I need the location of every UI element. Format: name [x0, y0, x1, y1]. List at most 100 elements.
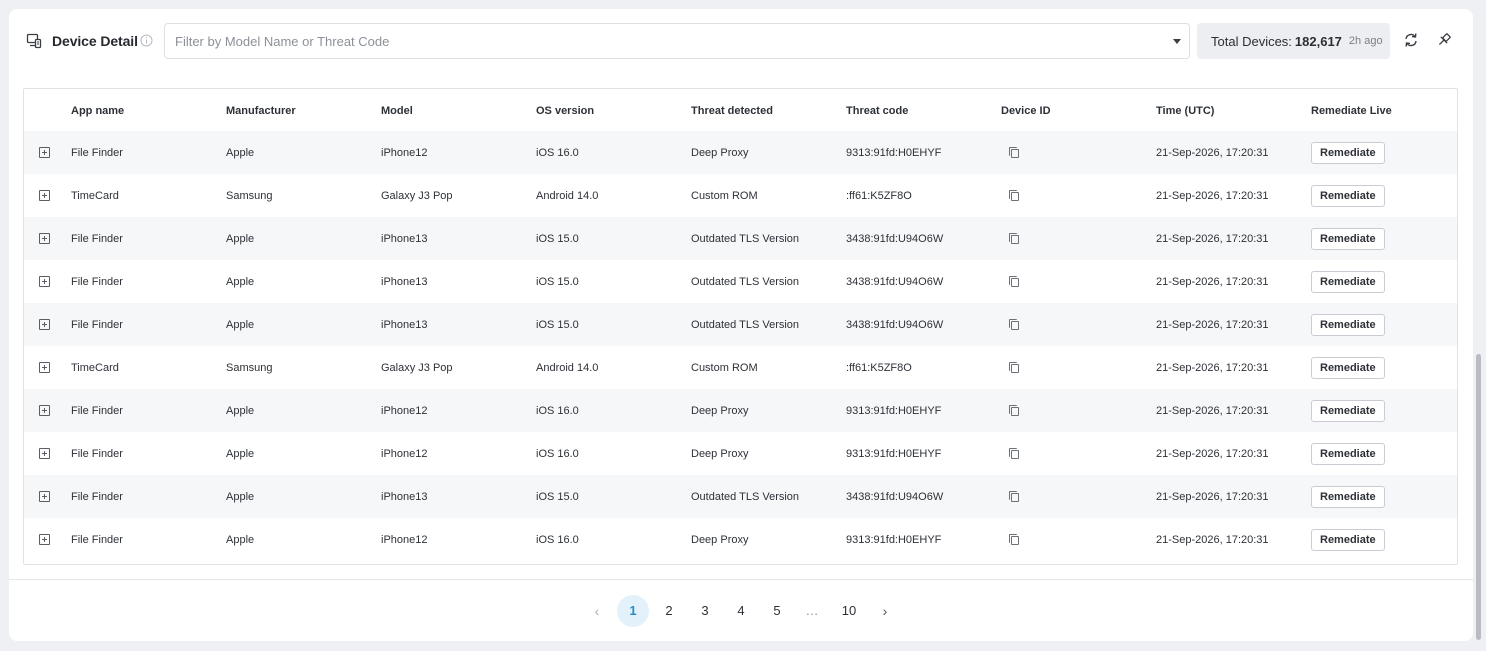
cell-os-version: iOS 15.0: [536, 318, 579, 331]
expand-plus-icon[interactable]: [39, 405, 50, 417]
table-row[interactable]: File Finder Apple iPhone13 iOS 15.0 Outdated…: [24, 217, 1457, 260]
pin-icon[interactable]: [1435, 31, 1453, 49]
cell-expand: [24, 174, 71, 217]
cell-time: 21-Sep-2026, 17:20:31: [1156, 361, 1269, 374]
table-row[interactable]: File Finder Apple iPhone12 iOS 16.0 Deep Pro…: [24, 432, 1457, 475]
cell-os-version: iOS 15.0: [536, 275, 579, 288]
cell-manufacturer: Apple: [226, 232, 255, 245]
prev-page-button[interactable]: ‹: [581, 595, 613, 627]
cell-device-id: [1001, 432, 1156, 475]
remediate-button[interactable]: Remediate: [1311, 485, 1385, 508]
remediate-button[interactable]: Remediate: [1311, 399, 1385, 422]
remediate-button[interactable]: Remediate: [1311, 528, 1385, 551]
remediate-button[interactable]: Remediate: [1311, 313, 1385, 336]
cell-threat-detected: Outdated TLS Version: [691, 318, 800, 331]
remediate-button[interactable]: Remediate: [1311, 184, 1385, 207]
copy-icon[interactable]: [1009, 319, 1020, 331]
cell-device-id: [1001, 131, 1156, 174]
column-header-app-name[interactable]: App name: [71, 89, 226, 131]
table-row[interactable]: File Finder Apple iPhone13 iOS 15.0 Outdated…: [24, 475, 1457, 518]
remediate-button[interactable]: Remediate: [1311, 270, 1385, 293]
cell-os-version: iOS 15.0: [536, 232, 579, 245]
column-header-model[interactable]: Model: [381, 89, 536, 131]
copy-icon[interactable]: [1009, 233, 1020, 245]
total-devices-count: 182,617: [1294, 33, 1342, 49]
cell-os-version: iOS 16.0: [536, 533, 579, 546]
cell-time: 21-Sep-2026, 17:20:31: [1156, 189, 1269, 202]
cell-time: 21-Sep-2026, 17:20:31: [1156, 447, 1269, 460]
expand-plus-icon[interactable]: [39, 534, 50, 546]
cell-os-version: iOS 16.0: [536, 404, 579, 417]
cell-model: Galaxy J3 Pop: [381, 189, 453, 202]
table-row[interactable]: File Finder Apple iPhone12 iOS 16.0 Deep Pro…: [24, 131, 1457, 174]
expand-plus-icon[interactable]: [39, 491, 50, 503]
column-header-threat-detected[interactable]: Threat detected: [691, 89, 846, 131]
cell-app-name: TimeCard: [71, 189, 119, 202]
column-header-threat-code[interactable]: Threat code: [846, 89, 1001, 131]
column-header-os-version[interactable]: OS version: [536, 89, 691, 131]
table-row[interactable]: TimeCard Samsung Galaxy J3 Pop Android 14.0…: [24, 174, 1457, 217]
page-button-2[interactable]: 2: [653, 595, 685, 627]
cell-device-id: [1001, 475, 1156, 518]
last-updated-text: 2h ago: [1348, 35, 1383, 47]
cell-time: 21-Sep-2026, 17:20:31: [1156, 533, 1269, 546]
copy-icon[interactable]: [1009, 190, 1020, 202]
table-header-row: App name Manufacturer Model OS version T…: [24, 89, 1457, 131]
scrollbar-thumb[interactable]: [1476, 354, 1481, 640]
column-header-manufacturer[interactable]: Manufacturer: [226, 89, 381, 131]
column-header-time[interactable]: Time (UTC): [1156, 89, 1311, 131]
page-button-3[interactable]: 3: [689, 595, 721, 627]
cell-time: 21-Sep-2026, 17:20:31: [1156, 146, 1269, 159]
page-button-1[interactable]: 1: [617, 595, 649, 627]
column-header-device-id[interactable]: Device ID: [1001, 89, 1156, 131]
device-list-icon: [26, 33, 42, 49]
cell-device-id: [1001, 389, 1156, 432]
cell-remediate-live: Remediate: [1311, 346, 1457, 389]
table-row[interactable]: File Finder Apple iPhone12 iOS 16.0 Deep Pro…: [24, 389, 1457, 432]
info-icon[interactable]: [140, 34, 153, 47]
cell-threat-code: 3438:91fd:U94O6W: [846, 275, 944, 288]
page-button-10[interactable]: 10: [833, 595, 865, 627]
refresh-icon[interactable]: [1402, 31, 1420, 49]
copy-icon[interactable]: [1009, 448, 1020, 460]
next-page-button[interactable]: ›: [869, 595, 901, 627]
table-row[interactable]: File Finder Apple iPhone13 iOS 15.0 Outdated…: [24, 260, 1457, 303]
cell-manufacturer: Apple: [226, 146, 255, 159]
table-row[interactable]: File Finder Apple iPhone13 iOS 15.0 Outdated…: [24, 303, 1457, 346]
table-row[interactable]: TimeCard Samsung Galaxy J3 Pop Android 14.0…: [24, 346, 1457, 389]
remediate-button[interactable]: Remediate: [1311, 227, 1385, 250]
chevron-down-icon[interactable]: [1173, 39, 1181, 44]
filter-input[interactable]: [175, 24, 1155, 58]
expand-plus-icon[interactable]: [39, 448, 50, 460]
remediate-button[interactable]: Remediate: [1311, 356, 1385, 379]
expand-plus-icon[interactable]: [39, 276, 50, 288]
device-detail-card: Device Detail Total Devices: 182,617 2h …: [9, 9, 1473, 641]
remediate-button[interactable]: Remediate: [1311, 442, 1385, 465]
expand-plus-icon[interactable]: [39, 319, 50, 331]
copy-icon[interactable]: [1009, 147, 1020, 159]
copy-icon[interactable]: [1009, 362, 1020, 374]
copy-icon[interactable]: [1009, 491, 1020, 503]
page-button-5[interactable]: 5: [761, 595, 793, 627]
copy-icon[interactable]: [1009, 276, 1020, 288]
cell-threat-code: 3438:91fd:U94O6W: [846, 232, 944, 245]
cell-threat-code: 3438:91fd:U94O6W: [846, 318, 944, 331]
cell-expand: [24, 131, 71, 174]
cell-app-name: File Finder: [71, 146, 123, 159]
expand-plus-icon[interactable]: [39, 233, 50, 245]
page-button-4[interactable]: 4: [725, 595, 757, 627]
cell-time: 21-Sep-2026, 17:20:31: [1156, 232, 1269, 245]
copy-icon[interactable]: [1009, 534, 1020, 546]
expand-plus-icon[interactable]: [39, 362, 50, 374]
pagination: ‹ 1 2 3 4 5 … 10 ›: [9, 595, 1473, 627]
cell-remediate-live: Remediate: [1311, 260, 1457, 303]
cell-model: iPhone13: [381, 490, 428, 503]
expand-plus-icon[interactable]: [39, 190, 50, 202]
cell-remediate-live: Remediate: [1311, 217, 1457, 260]
table-row[interactable]: File Finder Apple iPhone12 iOS 16.0 Deep Pro…: [24, 518, 1457, 561]
expand-plus-icon[interactable]: [39, 147, 50, 159]
filter-dropdown[interactable]: [164, 23, 1190, 59]
cell-threat-code: 9313:91fd:H0EHYF: [846, 404, 942, 417]
remediate-button[interactable]: Remediate: [1311, 141, 1385, 164]
copy-icon[interactable]: [1009, 405, 1020, 417]
